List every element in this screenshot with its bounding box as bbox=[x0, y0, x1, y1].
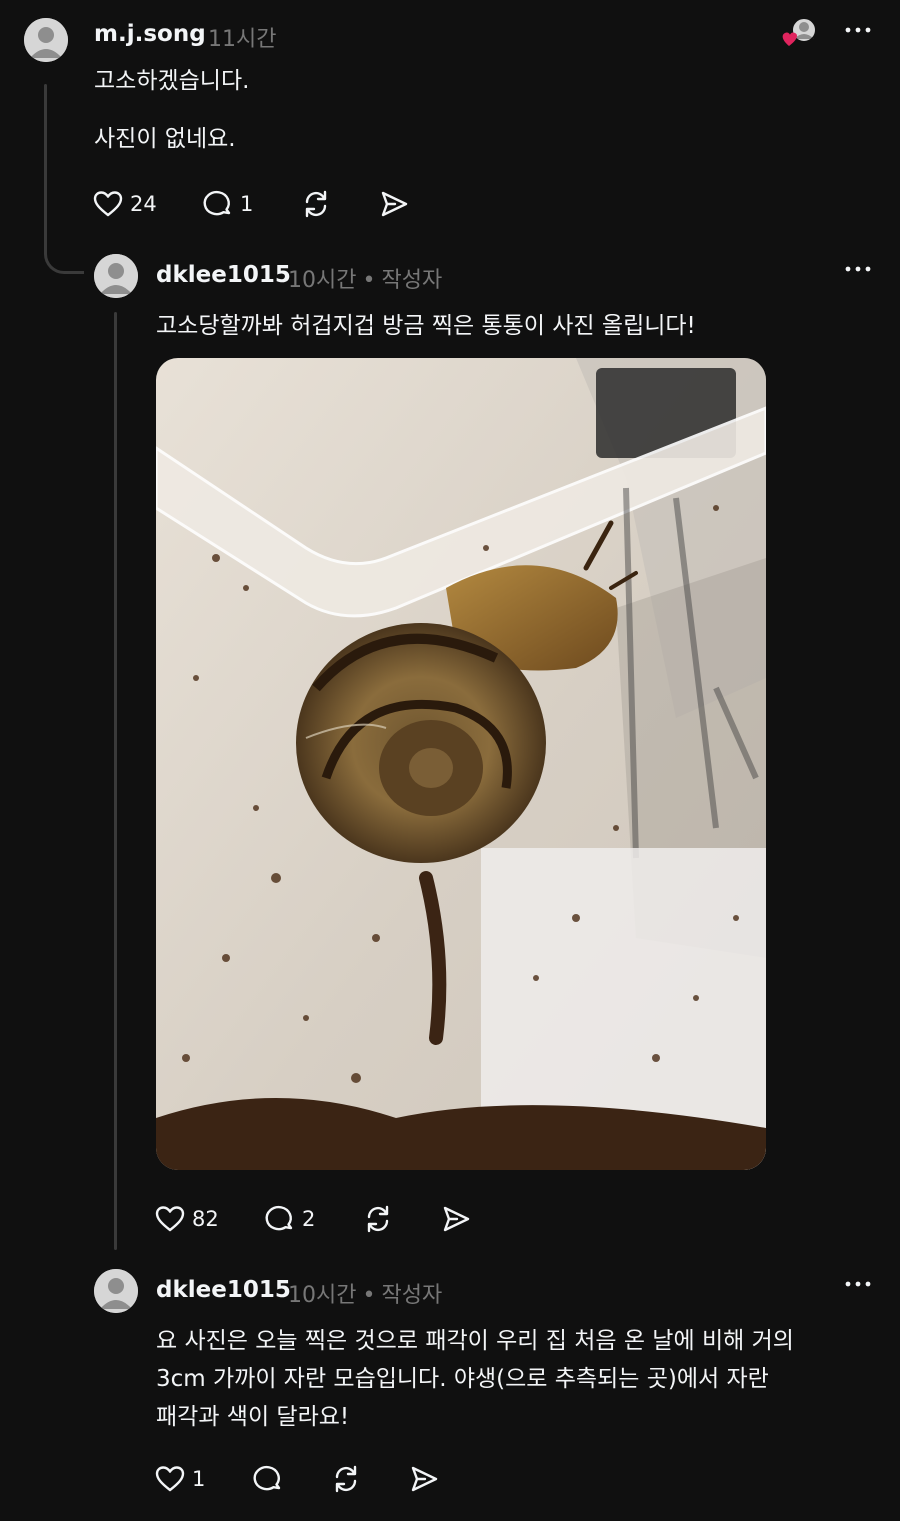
avatar[interactable] bbox=[94, 1269, 138, 1313]
post-3-text-line-1: 요 사진은 오늘 찍은 것으로 패각이 우리 집 처음 온 날에 비해 거의 bbox=[156, 1328, 794, 1354]
share-icon bbox=[440, 1203, 472, 1235]
more-icon[interactable] bbox=[843, 25, 873, 35]
comment-icon bbox=[202, 188, 234, 220]
author-tag: 작성자 bbox=[381, 1283, 443, 1308]
post-1-username[interactable]: m.j.song bbox=[94, 21, 206, 47]
like-count: 1 bbox=[192, 1467, 206, 1491]
heart-icon bbox=[92, 188, 124, 220]
comment-icon bbox=[264, 1203, 296, 1235]
share-icon bbox=[408, 1463, 440, 1495]
reply-count: 2 bbox=[302, 1207, 316, 1231]
post-2-meta: 10시간 • 작성자 bbox=[288, 262, 442, 294]
like-button[interactable]: 24 bbox=[92, 184, 157, 224]
post-3-meta: 10시간 • 작성자 bbox=[288, 1277, 442, 1309]
liked-by-avatar-icon[interactable] bbox=[780, 16, 820, 50]
thread-line-1-curve bbox=[44, 230, 84, 274]
separator-dot: • bbox=[362, 268, 376, 293]
separator-dot: • bbox=[362, 1283, 376, 1308]
post-3-actions: 1 bbox=[154, 1459, 514, 1499]
like-button[interactable]: 1 bbox=[154, 1459, 205, 1499]
repost-icon bbox=[330, 1463, 362, 1495]
comment-icon bbox=[252, 1463, 284, 1495]
post-1-text-line-2: 사진이 없네요. bbox=[94, 126, 236, 152]
heart-icon bbox=[154, 1203, 186, 1235]
post-1-text-line-1: 고소하겠습니다. bbox=[94, 68, 250, 94]
share-icon bbox=[378, 188, 410, 220]
reply-button[interactable] bbox=[252, 1459, 284, 1499]
post-3-text-line-3: 패각과 색이 달라요! bbox=[156, 1404, 350, 1430]
post-2-text-line-1: 고소당할까봐 허겁지겁 방금 찍은 통통이 사진 올립니다! bbox=[156, 313, 696, 339]
more-icon[interactable] bbox=[843, 1279, 873, 1289]
share-button[interactable] bbox=[408, 1459, 440, 1499]
repost-button[interactable] bbox=[362, 1199, 394, 1239]
reply-count: 1 bbox=[240, 192, 254, 216]
reply-button[interactable]: 2 bbox=[264, 1199, 315, 1239]
post-1-time: 11시간 bbox=[208, 27, 277, 52]
repost-icon bbox=[362, 1203, 394, 1235]
like-count: 24 bbox=[130, 192, 157, 216]
post-3-username[interactable]: dklee1015 bbox=[156, 1277, 291, 1303]
post-2-username[interactable]: dklee1015 bbox=[156, 262, 291, 288]
like-count: 82 bbox=[192, 1207, 219, 1231]
avatar[interactable] bbox=[94, 254, 138, 298]
heart-icon bbox=[154, 1463, 186, 1495]
repost-icon bbox=[300, 188, 332, 220]
post-3-text-line-2: 3cm 가까이 자란 모습입니다. 야생(으로 추측되는 곳)에서 자란 bbox=[156, 1366, 769, 1392]
author-tag: 작성자 bbox=[381, 268, 443, 293]
repost-button[interactable] bbox=[330, 1459, 362, 1499]
thread-line-2 bbox=[114, 312, 117, 1250]
share-button[interactable] bbox=[378, 184, 410, 224]
like-button[interactable]: 82 bbox=[154, 1199, 219, 1239]
post-2-time: 10시간 bbox=[288, 268, 357, 293]
avatar[interactable] bbox=[24, 18, 68, 62]
reply-button[interactable]: 1 bbox=[202, 184, 253, 224]
repost-button[interactable] bbox=[300, 184, 332, 224]
share-button[interactable] bbox=[440, 1199, 472, 1239]
thread-line-1 bbox=[44, 84, 47, 254]
post-1-actions: 24 1 bbox=[92, 184, 452, 224]
snail-photo[interactable] bbox=[156, 358, 766, 1170]
post-3-time: 10시간 bbox=[288, 1283, 357, 1308]
post-2-actions: 82 2 bbox=[154, 1199, 514, 1239]
more-icon[interactable] bbox=[843, 264, 873, 274]
